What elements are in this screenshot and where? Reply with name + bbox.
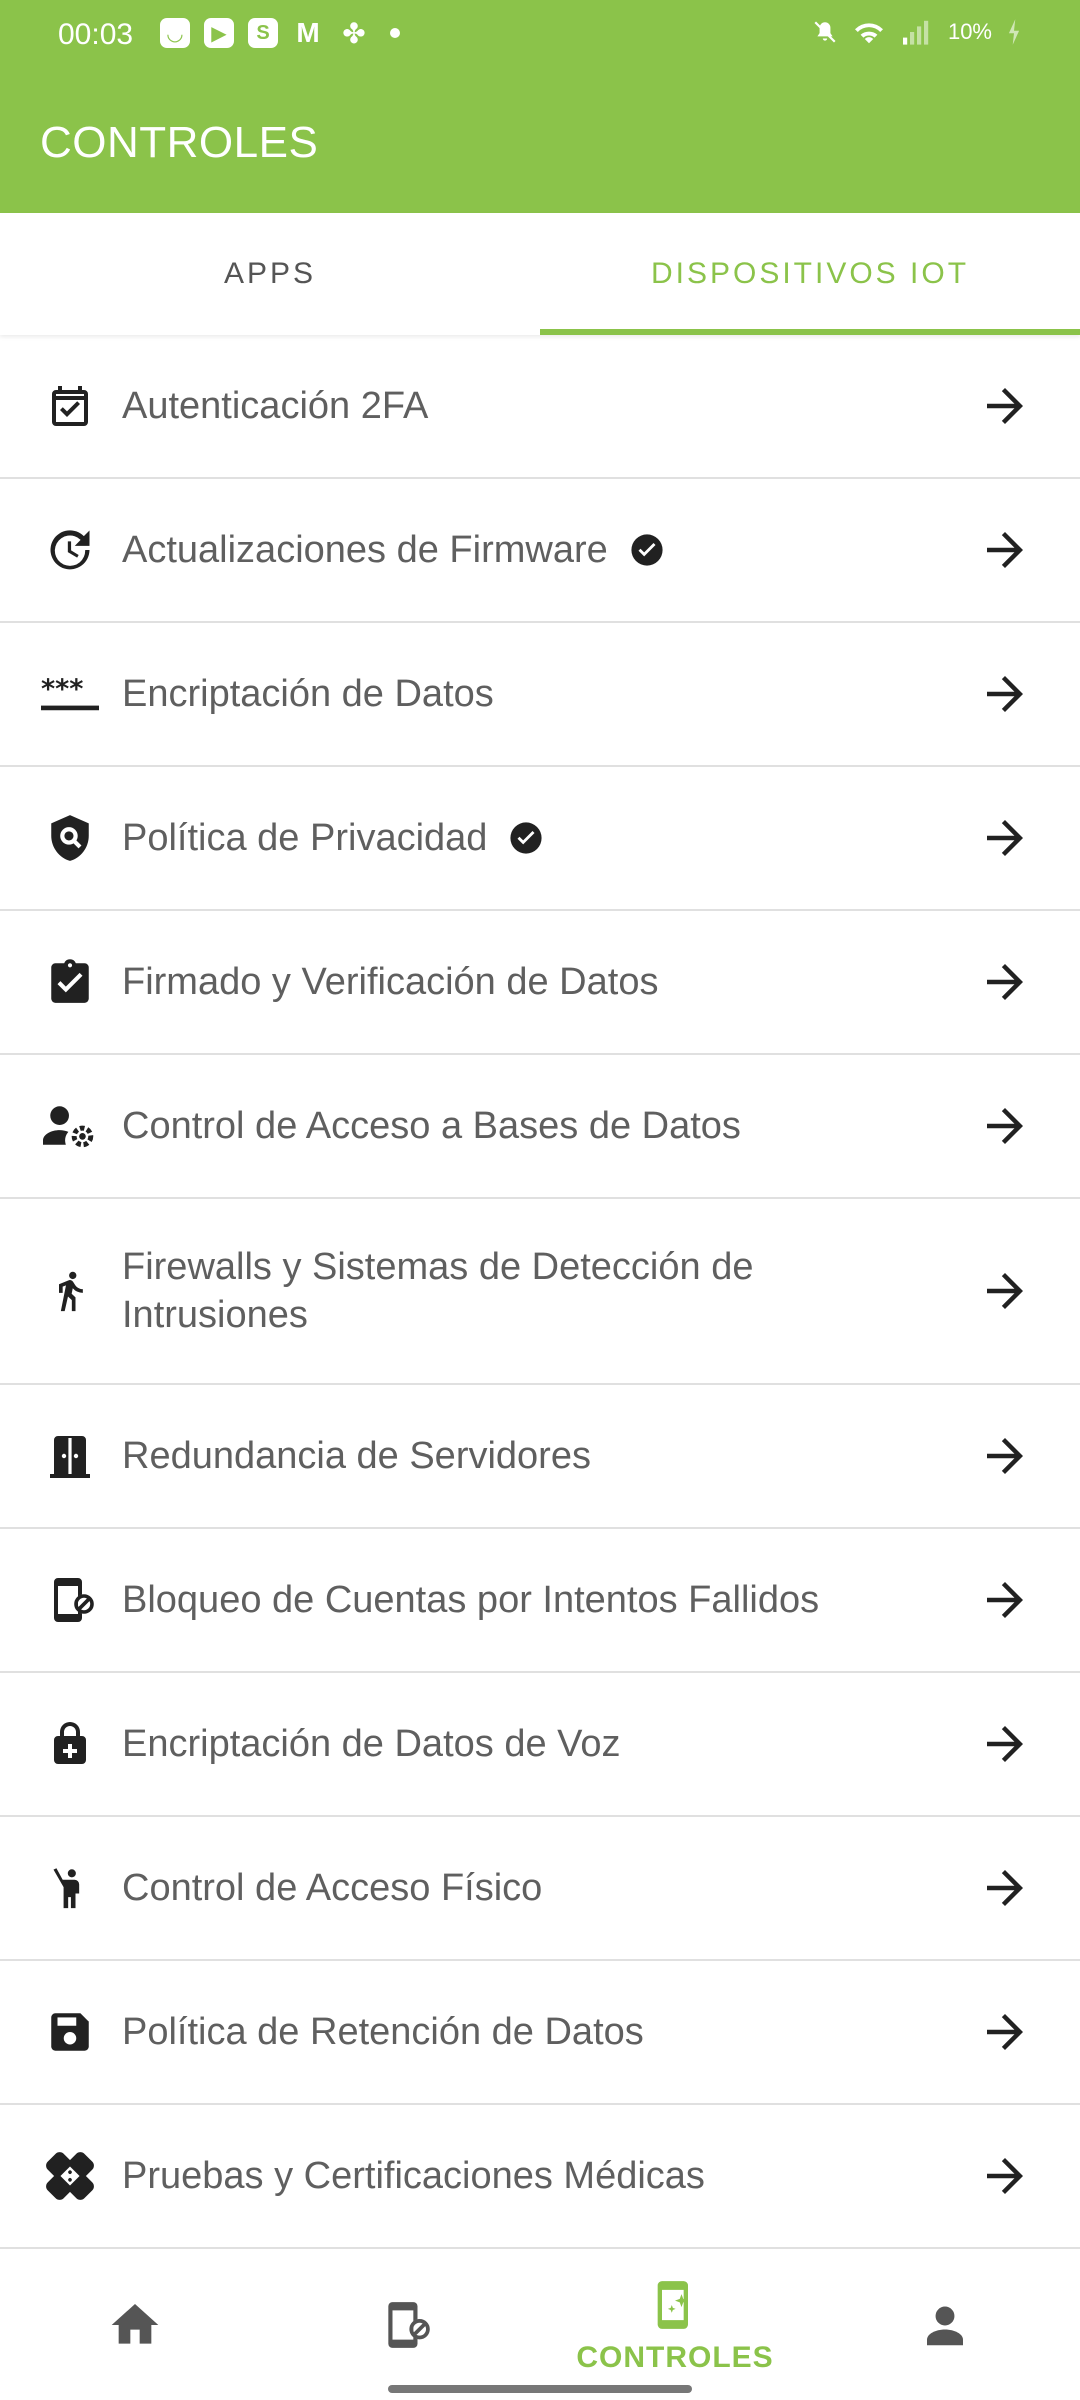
nav-controles-label: CONTROLES: [576, 2341, 774, 2374]
control-row-actualizaciones-firmware[interactable]: Actualizaciones de Firmware: [0, 479, 1080, 623]
verified-check-icon: [509, 821, 543, 855]
arrow-right-icon: [987, 1582, 1023, 1618]
lock-plus-icon: [40, 1714, 100, 1774]
control-label: Política de Privacidad: [122, 814, 920, 862]
nav-profile[interactable]: [810, 2250, 1080, 2400]
arrow-right-icon: [987, 1870, 1023, 1906]
arrow-right-icon: [987, 1273, 1023, 1309]
s-app-icon: S: [248, 18, 278, 48]
control-row-acceso-fisico[interactable]: Control de Acceso Físico: [0, 1817, 1080, 1961]
more-notifications-dot: [390, 28, 400, 38]
verified-check-icon: [630, 533, 664, 567]
save-icon: [40, 2002, 100, 2062]
arrow-right-icon: [987, 532, 1023, 568]
control-label: Firmado y Verificación de Datos: [122, 961, 659, 1003]
bottom-navigation: CONTROLES: [0, 2250, 1080, 2400]
arrow-right-icon: [987, 964, 1023, 1000]
password-icon: ***: [40, 664, 100, 724]
arrow-right-icon: [987, 1726, 1023, 1762]
control-row-autenticacion-2fa[interactable]: Autenticación 2FA: [0, 335, 1080, 479]
svg-text:***: ***: [41, 674, 83, 705]
control-row-encriptacion-datos[interactable]: *** Encriptación de Datos: [0, 623, 1080, 767]
app-bar: 00:03 ◡ ▶ S M ✤ 10% CONTROLES: [0, 0, 1080, 213]
walking-person-icon: [40, 1261, 100, 1321]
shield-search-icon: [40, 808, 100, 868]
control-label: Autenticación 2FA: [122, 385, 429, 427]
tab-apps[interactable]: APPS: [0, 213, 540, 335]
update-clock-icon: [40, 520, 100, 580]
control-label: Encriptación de Datos: [122, 673, 494, 715]
person-icon: [927, 2306, 963, 2346]
arrow-right-icon: [987, 2158, 1023, 2194]
calendar-check-icon: [40, 376, 100, 436]
battery-icon: [1008, 19, 1020, 45]
nav-home[interactable]: [0, 2250, 270, 2400]
home-icon: [111, 2304, 159, 2344]
nav-blocked-apps[interactable]: [270, 2250, 540, 2400]
youtube-icon: ▶: [204, 18, 234, 48]
status-time: 00:03: [58, 18, 134, 51]
fan-icon: ✤: [342, 17, 366, 49]
control-label: Pruebas y Certificaciones Médicas: [122, 2155, 705, 2197]
status-bar: 00:03 ◡ ▶ S M ✤ 10%: [0, 0, 1080, 70]
tab-dispositivos-iot[interactable]: DISPOSITIVOS IOT: [540, 213, 1080, 335]
gmail-icon: M: [296, 17, 320, 48]
notification-icons: ◡ ▶ S M ✤: [160, 17, 400, 49]
gesture-home-bar[interactable]: [388, 2385, 692, 2393]
bandage-icon: [40, 2146, 100, 2206]
arrow-right-icon: [987, 1108, 1023, 1144]
mute-icon: [814, 21, 836, 43]
person-gear-icon: [40, 1096, 100, 1156]
tab-bar: APPS DISPOSITIVOS IOT: [0, 213, 1080, 335]
control-row-encriptacion-voz[interactable]: Encriptación de Datos de Voz: [0, 1673, 1080, 1817]
control-row-retencion-datos[interactable]: Política de Retención de Datos: [0, 1961, 1080, 2105]
signal-icon: [902, 20, 929, 45]
phone-sparkle-icon: [657, 2281, 688, 2329]
clipboard-check-icon: [40, 952, 100, 1012]
phone-blocked-icon: [40, 1570, 100, 1630]
control-label: Actualizaciones de Firmware: [122, 526, 920, 574]
wifi-icon: [854, 23, 883, 44]
control-row-firmado-verificacion[interactable]: Firmado y Verificación de Datos: [0, 911, 1080, 1055]
phone-blocked-icon: [388, 2302, 430, 2348]
controls-list: Autenticación 2FA Actualizaciones de Fir…: [0, 335, 1080, 2249]
arrow-right-icon: [987, 820, 1023, 856]
page-title: CONTROLES: [40, 118, 319, 167]
control-row-redundancia-servidores[interactable]: Redundancia de Servidores: [0, 1385, 1080, 1529]
control-label: Redundancia de Servidores: [122, 1435, 591, 1477]
door-icon: [40, 1426, 100, 1486]
control-row-pruebas-medicas[interactable]: Pruebas y Certificaciones Médicas: [0, 2105, 1080, 2249]
control-label: Control de Acceso a Bases de Datos: [122, 1105, 741, 1147]
arrow-right-icon: [987, 388, 1023, 424]
control-label: Bloqueo de Cuentas por Intentos Fallidos: [122, 1579, 820, 1621]
smile-icon: ◡: [160, 18, 190, 48]
control-label: Política de Retención de Datos: [122, 2011, 644, 2053]
arrow-right-icon: [987, 2014, 1023, 2050]
battery-level: 10%: [947, 19, 992, 44]
person-raised-hand-icon: [40, 1858, 100, 1918]
control-label: Control de Acceso Físico: [122, 1867, 543, 1909]
control-label: Encriptación de Datos de Voz: [122, 1723, 621, 1765]
control-row-politica-privacidad[interactable]: Política de Privacidad: [0, 767, 1080, 911]
control-row-bloqueo-cuentas[interactable]: Bloqueo de Cuentas por Intentos Fallidos: [0, 1529, 1080, 1673]
control-label: Firewalls y Sistemas de Detección de Int…: [122, 1246, 754, 1336]
control-row-firewalls[interactable]: Firewalls y Sistemas de Detección de Int…: [0, 1199, 1080, 1385]
control-row-control-acceso-bd[interactable]: Control de Acceso a Bases de Datos: [0, 1055, 1080, 1199]
arrow-right-icon: [987, 1438, 1023, 1474]
arrow-right-icon: [987, 676, 1023, 712]
system-icons: 10%: [812, 18, 1022, 46]
nav-controles[interactable]: CONTROLES: [540, 2250, 810, 2400]
